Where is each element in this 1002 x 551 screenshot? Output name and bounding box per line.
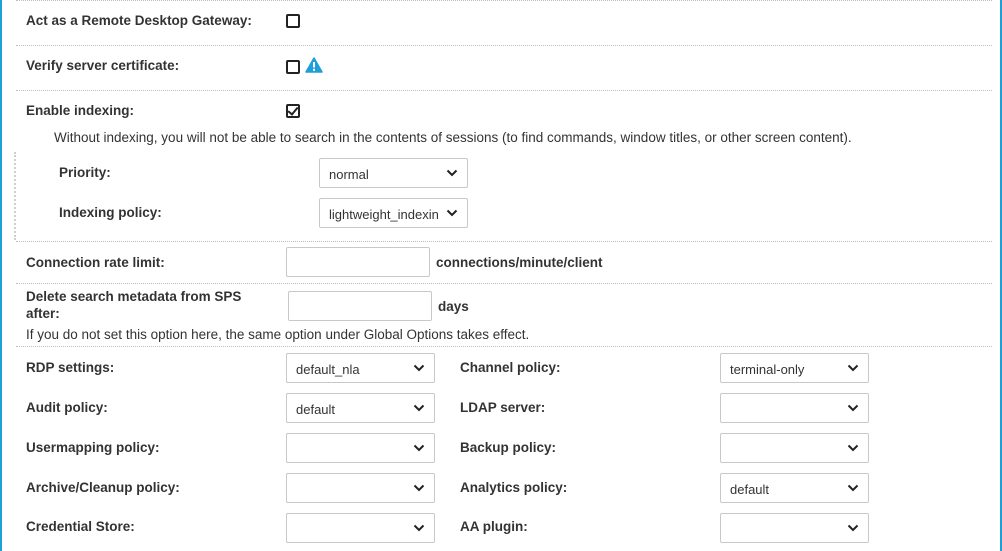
credential-store-label: Credential Store:: [26, 519, 135, 534]
rdp-settings-value: default_nla: [296, 362, 360, 377]
chevron-down-icon: [847, 404, 859, 412]
channel-policy-value: terminal-only: [730, 362, 805, 377]
chevron-down-icon: [413, 444, 425, 452]
rate-limit-unit: connections/minute/client: [436, 255, 603, 270]
delete-metadata-input[interactable]: [288, 291, 432, 321]
priority-select[interactable]: normal: [319, 158, 468, 188]
settings-panel: Act as a Remote Desktop Gateway: Verify …: [0, 0, 1002, 551]
audit-policy-label: Audit policy:: [26, 400, 108, 415]
chevron-down-icon: [847, 524, 859, 532]
separator: [16, 90, 992, 91]
credential-store-select[interactable]: [286, 513, 435, 543]
usermapping-policy-label: Usermapping policy:: [26, 440, 160, 455]
chevron-down-icon: [413, 524, 425, 532]
chevron-down-icon: [446, 169, 458, 177]
indexing-checkbox[interactable]: [286, 104, 300, 118]
chevron-down-icon: [413, 484, 425, 492]
checkmark-icon: [287, 104, 299, 116]
indent-guide: [14, 152, 16, 240]
ldap-server-label: LDAP server:: [460, 400, 546, 415]
verify-cert-checkbox[interactable]: [286, 60, 300, 74]
separator: [16, 283, 992, 284]
chevron-down-icon: [413, 364, 425, 372]
delete-metadata-label-line1: Delete search metadata from SPS: [26, 289, 242, 304]
analytics-policy-select[interactable]: default: [720, 473, 869, 503]
separator: [16, 0, 992, 1]
rdp-settings-select[interactable]: default_nla: [286, 353, 435, 383]
indexing-policy-select[interactable]: lightweight_indexing: [319, 198, 468, 228]
indexing-label: Enable indexing:: [26, 103, 135, 118]
indexing-policy-label: Indexing policy:: [59, 205, 162, 220]
ldap-server-select[interactable]: [720, 393, 869, 423]
audit-policy-value: default: [296, 402, 336, 417]
indexing-note: Without indexing, you will not be able t…: [54, 130, 852, 145]
warning-triangle-icon[interactable]: [305, 57, 323, 73]
analytics-policy-label: Analytics policy:: [460, 480, 568, 495]
priority-label: Priority:: [59, 165, 111, 180]
separator: [16, 45, 992, 46]
gateway-label: Act as a Remote Desktop Gateway:: [26, 13, 252, 28]
chevron-down-icon: [413, 404, 425, 412]
rate-limit-input[interactable]: [286, 247, 430, 277]
separator: [16, 241, 992, 242]
priority-value: normal: [329, 167, 369, 182]
delete-metadata-unit: days: [438, 299, 469, 314]
delete-metadata-note: If you do not set this option here, the …: [26, 327, 530, 342]
verify-cert-label: Verify server certificate:: [26, 58, 180, 73]
aa-plugin-label: AA plugin:: [460, 519, 528, 534]
gateway-checkbox[interactable]: [286, 14, 300, 28]
channel-policy-label: Channel policy:: [460, 360, 561, 375]
aa-plugin-select[interactable]: [720, 513, 869, 543]
usermapping-policy-select[interactable]: [286, 433, 435, 463]
separator: [16, 346, 992, 347]
chevron-down-icon: [847, 364, 859, 372]
chevron-down-icon: [847, 444, 859, 452]
rate-limit-label: Connection rate limit:: [26, 255, 165, 270]
audit-policy-select[interactable]: default: [286, 393, 435, 423]
chevron-down-icon: [847, 484, 859, 492]
backup-policy-label: Backup policy:: [460, 440, 557, 455]
rdp-settings-label: RDP settings:: [26, 360, 115, 375]
archive-cleanup-policy-select[interactable]: [286, 473, 435, 503]
indexing-policy-value: lightweight_indexing: [329, 207, 439, 222]
archive-cleanup-policy-label: Archive/Cleanup policy:: [26, 480, 180, 495]
chevron-down-icon: [446, 209, 458, 217]
backup-policy-select[interactable]: [720, 433, 869, 463]
delete-metadata-label-line2: after:: [26, 306, 60, 321]
analytics-policy-value: default: [730, 482, 770, 497]
channel-policy-select[interactable]: terminal-only: [720, 353, 869, 383]
